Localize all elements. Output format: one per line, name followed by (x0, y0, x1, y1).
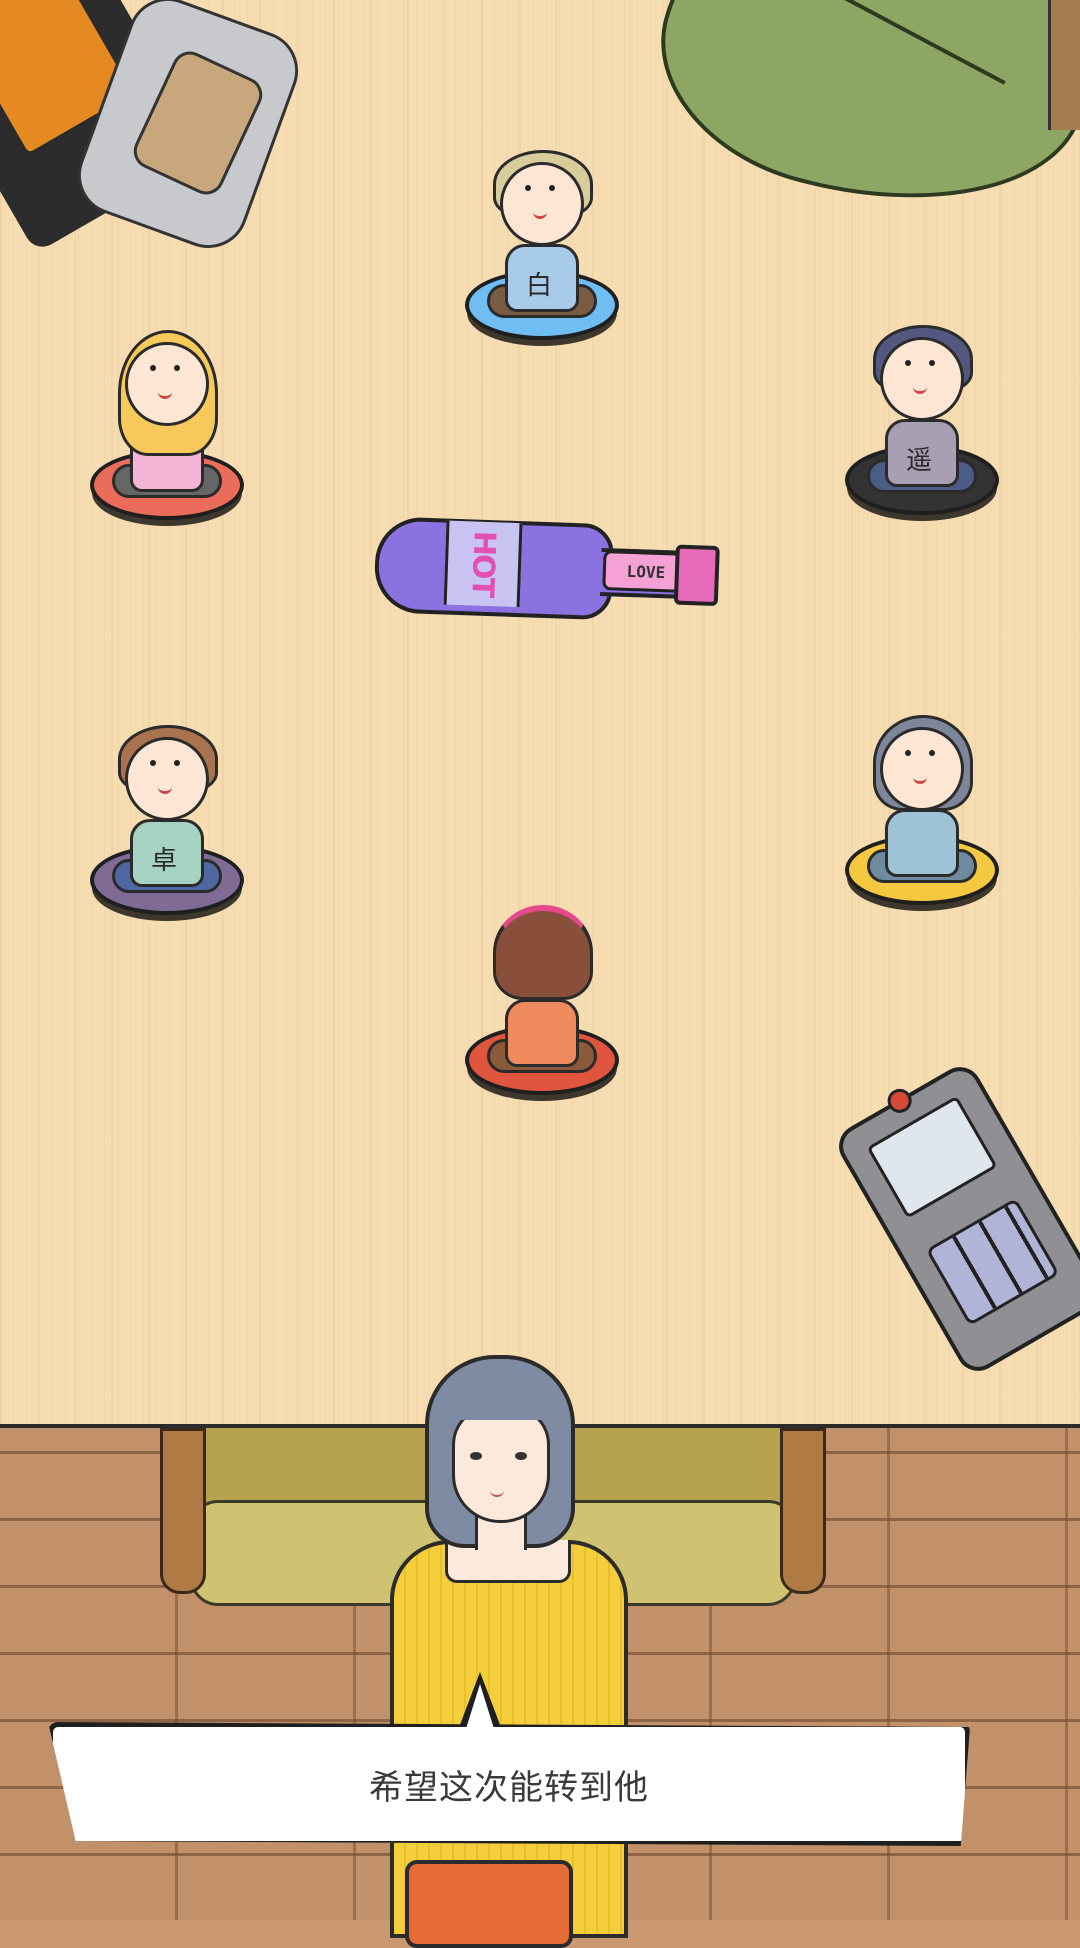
shirt (505, 999, 579, 1067)
shirt (885, 809, 959, 877)
bottle-cap (673, 544, 720, 607)
mouth (913, 774, 927, 784)
eye (929, 750, 935, 756)
character-blonde-girl[interactable] (90, 330, 244, 520)
shirt-character: 白 (525, 271, 552, 301)
eye (549, 185, 555, 191)
eye (174, 365, 180, 371)
face (880, 727, 964, 811)
eye (905, 750, 911, 756)
character-brown-hair-boy[interactable]: 卓 (90, 725, 244, 915)
dialogue-bubble[interactable]: 希望这次能转到他 (48, 1722, 970, 1846)
character-gray-hair-girl[interactable] (845, 715, 999, 905)
eye (174, 760, 180, 766)
character-glasses-boy[interactable]: 白 (465, 150, 619, 340)
eye (150, 760, 156, 766)
shirt-character: 卓 (150, 846, 177, 876)
main-character-eye (515, 1452, 527, 1460)
character-dark-hair-boy[interactable]: 遥 (845, 325, 999, 515)
face (500, 162, 584, 246)
mouth (913, 384, 927, 394)
sofa-arm-right (780, 1428, 826, 1594)
eye (929, 360, 935, 366)
spinning-bottle[interactable]: HOT LOVE (373, 516, 720, 621)
mouth (158, 389, 172, 399)
face (125, 737, 209, 821)
eye (525, 185, 531, 191)
character-pink-headband-girl[interactable] (465, 905, 619, 1095)
bottle-label: HOT (443, 520, 523, 608)
phone-keypad (925, 1197, 1060, 1327)
mouth (533, 209, 547, 219)
phone-screen (866, 1095, 998, 1219)
game-scene: 白 遥 卓 HOT LOVE 希望这次能转到他 (0, 0, 1080, 1948)
main-character-bag (405, 1860, 573, 1948)
main-character-face (452, 1405, 550, 1523)
face (880, 337, 964, 421)
speech-bubble-tail-fill (465, 1684, 495, 1732)
eye (905, 360, 911, 366)
main-character-eye (470, 1452, 482, 1460)
dialogue-text: 希望这次能转到他 (369, 1767, 649, 1808)
hair (493, 905, 593, 1000)
sofa-arm-left (160, 1428, 206, 1594)
face (125, 342, 209, 426)
eye (150, 365, 156, 371)
shirt-character: 遥 (905, 446, 932, 476)
wood-edge (1048, 0, 1080, 130)
mouth (158, 784, 172, 794)
